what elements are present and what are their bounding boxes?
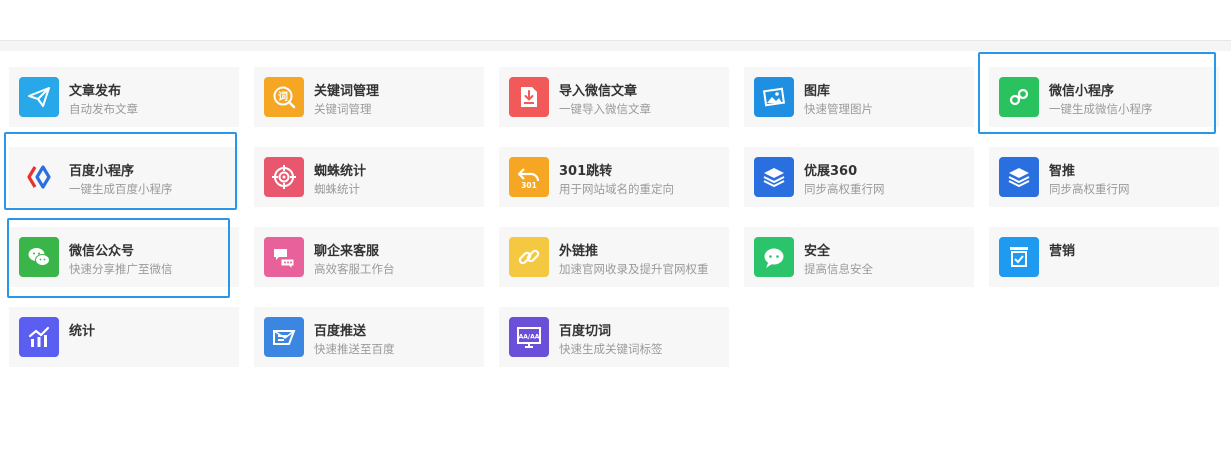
card-title: 图库 — [804, 84, 831, 99]
bar-chart-icon — [19, 317, 59, 357]
card-desc: 蜘蛛统计 — [314, 182, 360, 196]
svg-text:301: 301 — [521, 181, 537, 190]
card-desc: 一键生成微信小程序 — [1049, 102, 1153, 116]
card-title: 外链推 — [559, 244, 599, 259]
import-document-icon — [509, 77, 549, 117]
card-external-link[interactable]: 外链推 加速官网收录及提升官网权重 — [499, 227, 729, 287]
card-desc: 快速管理图片 — [804, 102, 873, 116]
mini-program-icon — [999, 77, 1039, 117]
card-title: 文章发布 — [69, 84, 122, 99]
card-title: 智推 — [1049, 164, 1076, 179]
card-desc: 一键导入微信文章 — [559, 102, 651, 116]
svg-text:AA/AA: AA/AA — [519, 334, 540, 341]
card-desc: 加速官网收录及提升官网权重 — [559, 262, 709, 276]
app-grid: 文章发布 自动发布文章 词 关键词管理 关键词管理 导入微信文章 一键导入微信文… — [0, 0, 1231, 450]
card-security[interactable]: 安全 提高信息安全 — [744, 227, 974, 287]
card-title: 微信公众号 — [69, 244, 135, 259]
card-desc: 同步高权重行网 — [804, 182, 885, 196]
card-desc: 高效客服工作台 — [314, 262, 395, 276]
layers-icon — [754, 157, 794, 197]
card-title: 导入微信文章 — [559, 84, 638, 99]
keyword-search-icon: 词 — [264, 77, 304, 117]
card-desc: 自动发布文章 — [69, 102, 138, 116]
card-title: 关键词管理 — [314, 84, 380, 99]
card-desc: 快速生成关键词标签 — [559, 342, 663, 356]
target-icon — [264, 157, 304, 197]
word-split-icon: AA/AA — [509, 317, 549, 357]
card-marketing[interactable]: 营销 — [989, 227, 1219, 287]
card-import-wechat-article[interactable]: 导入微信文章 一键导入微信文章 — [499, 67, 729, 127]
card-baidu-mini-program[interactable]: 百度小程序 一键生成百度小程序 — [9, 147, 239, 207]
card-keyword-manage[interactable]: 词 关键词管理 关键词管理 — [254, 67, 484, 127]
card-spider-stats[interactable]: 蜘蛛统计 蜘蛛统计 — [254, 147, 484, 207]
card-title: 百度切词 — [559, 324, 612, 339]
shield-chat-icon — [754, 237, 794, 277]
card-title: 聊企来客服 — [314, 244, 380, 259]
svg-text:词: 词 — [278, 90, 288, 103]
card-baidu-push[interactable]: 百度推送 快速推送至百度 — [254, 307, 484, 367]
card-smart-push[interactable]: 智推 同步高权重行网 — [989, 147, 1219, 207]
card-statistics[interactable]: 统计 — [9, 307, 239, 367]
card-gallery[interactable]: 图库 快速管理图片 — [744, 67, 974, 127]
card-customer-service[interactable]: 聊企来客服 高效客服工作台 — [254, 227, 484, 287]
chat-bubbles-icon — [264, 237, 304, 277]
card-desc: 提高信息安全 — [804, 262, 873, 276]
push-icon — [264, 317, 304, 357]
baidu-mini-program-icon — [19, 157, 59, 197]
card-title: 301跳转 — [559, 164, 613, 179]
card-title: 百度推送 — [314, 324, 367, 339]
card-wechat-official[interactable]: 微信公众号 快速分享推广至微信 — [9, 227, 239, 287]
paper-plane-icon — [19, 77, 59, 117]
card-baidu-word-split[interactable]: AA/AA 百度切词 快速生成关键词标签 — [499, 307, 729, 367]
card-title: 安全 — [804, 244, 831, 259]
card-desc: 同步高权重行网 — [1049, 182, 1130, 196]
wechat-icon — [19, 237, 59, 277]
card-desc: 用于网站域名的重定向 — [559, 182, 674, 196]
card-desc: 关键词管理 — [314, 102, 372, 116]
card-title: 优展360 — [804, 164, 858, 179]
link-icon — [509, 237, 549, 277]
card-desc: 快速分享推广至微信 — [69, 262, 173, 276]
card-title: 蜘蛛统计 — [314, 164, 367, 179]
card-desc: 快速推送至百度 — [314, 342, 395, 356]
card-article-publish[interactable]: 文章发布 自动发布文章 — [9, 67, 239, 127]
card-desc: 一键生成百度小程序 — [69, 182, 173, 196]
marketing-icon — [999, 237, 1039, 277]
card-youzhan-360[interactable]: 优展360 同步高权重行网 — [744, 147, 974, 207]
card-title: 营销 — [1049, 244, 1076, 259]
card-title: 统计 — [69, 324, 96, 339]
redirect-301-icon: 301 — [509, 157, 549, 197]
card-redirect-301[interactable]: 301 301跳转 用于网站域名的重定向 — [499, 147, 729, 207]
gallery-icon — [754, 77, 794, 117]
card-title: 微信小程序 — [1049, 84, 1115, 99]
card-wechat-mini-program[interactable]: 微信小程序 一键生成微信小程序 — [989, 67, 1219, 127]
card-title: 百度小程序 — [69, 164, 135, 179]
layers-icon — [999, 157, 1039, 197]
